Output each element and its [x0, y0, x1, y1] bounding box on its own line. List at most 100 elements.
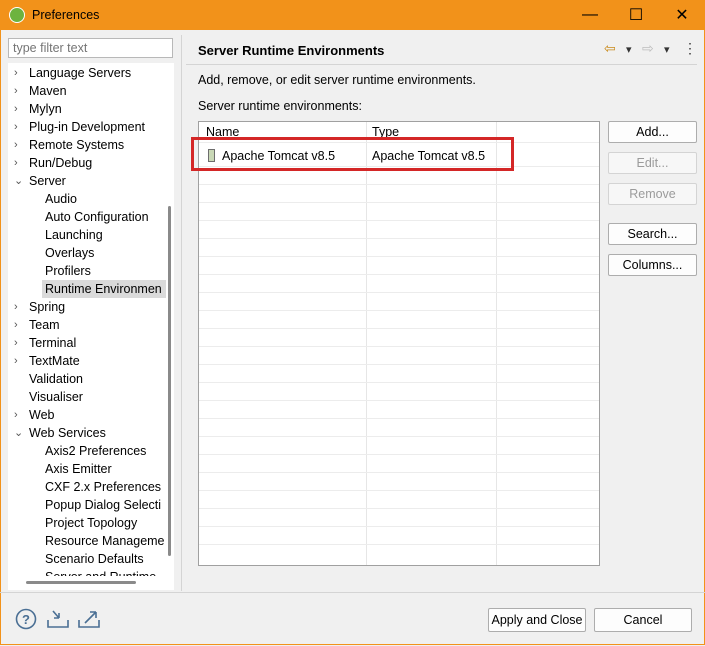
forward-menu-icon[interactable]: ▾: [664, 43, 670, 56]
tree-item[interactable]: Launching: [42, 226, 166, 244]
tree-item-label: Scenario Defaults: [45, 552, 144, 566]
tree-item[interactable]: CXF 2.x Preferences: [42, 478, 166, 496]
tree-item[interactable]: › Mylyn: [8, 100, 166, 118]
tree-item-label: Language Servers: [29, 66, 132, 80]
chevron-right-icon[interactable]: ›: [14, 334, 24, 352]
forward-arrow-icon[interactable]: ⇨: [642, 40, 654, 57]
tree-item-label: CXF 2.x Preferences: [45, 480, 162, 494]
chevron-down-icon[interactable]: ⌄: [14, 424, 24, 442]
tree-item-label: Resource Manageme: [45, 534, 165, 548]
scrollbar-thumb[interactable]: [26, 581, 136, 584]
help-icon[interactable]: ?: [15, 608, 37, 630]
row-divider: [199, 436, 599, 437]
title-separator: [186, 64, 697, 65]
import-icon[interactable]: [46, 608, 69, 630]
tree-item[interactable]: Popup Dialog Selecti: [42, 496, 166, 514]
tree-item-label: Maven: [29, 84, 67, 98]
row-divider: [199, 526, 599, 527]
tree-item-label: Profilers: [45, 264, 91, 278]
tree-item[interactable]: Visualiser: [8, 388, 166, 406]
preference-tree[interactable]: › Language Servers › Maven › Mylyn › Plug-in De…: [8, 63, 166, 578]
row-divider: [199, 382, 599, 383]
tree-item[interactable]: Axis2 Preferences: [42, 442, 166, 460]
tree-item-label: Project Topology: [45, 516, 138, 530]
row-divider: [199, 274, 599, 275]
export-icon[interactable]: [77, 608, 100, 630]
chevron-right-icon[interactable]: ›: [14, 100, 24, 118]
tree-item[interactable]: › Remote Systems: [8, 136, 166, 154]
tree-item[interactable]: › Language Servers: [8, 64, 166, 82]
row-divider: [199, 346, 599, 347]
chevron-down-icon[interactable]: ⌄: [14, 172, 24, 190]
back-menu-icon[interactable]: ▾: [626, 43, 632, 56]
tree-item[interactable]: Validation: [8, 370, 166, 388]
spring-app-icon: [9, 7, 25, 23]
chevron-right-icon[interactable]: ›: [14, 406, 24, 424]
tree-item[interactable]: › Team: [8, 316, 166, 334]
tree-item[interactable]: ⌄ Web Services: [8, 424, 166, 442]
chevron-right-icon[interactable]: ›: [14, 118, 24, 136]
minimize-button[interactable]: —: [567, 0, 613, 30]
tree-item-label: Axis Emitter: [45, 462, 112, 476]
tree-item[interactable]: Axis Emitter: [42, 460, 166, 478]
row-divider: [199, 202, 599, 203]
filter-input[interactable]: [8, 38, 173, 58]
tree-item[interactable]: Auto Configuration: [42, 208, 166, 226]
columns-button[interactable]: Columns...: [608, 254, 697, 276]
back-arrow-icon[interactable]: ⇦: [604, 40, 616, 57]
chevron-right-icon[interactable]: ›: [14, 298, 24, 316]
row-divider: [199, 238, 599, 239]
row-divider: [199, 310, 599, 311]
tree-item-label: Mylyn: [29, 102, 62, 116]
tree-item-label: Spring: [29, 300, 66, 314]
chevron-right-icon[interactable]: ›: [14, 352, 24, 370]
chevron-right-icon[interactable]: ›: [14, 64, 24, 82]
tree-item[interactable]: › Web: [8, 406, 166, 424]
tree-item[interactable]: Profilers: [42, 262, 166, 280]
chevron-right-icon[interactable]: ›: [14, 136, 24, 154]
tree-item[interactable]: › Plug-in Development: [8, 118, 166, 136]
tree-item[interactable]: ⌄ Server: [8, 172, 166, 190]
tree-item[interactable]: Audio: [42, 190, 166, 208]
tree-item-label: Overlays: [45, 246, 95, 260]
column-divider: [366, 122, 367, 565]
row-divider: [199, 184, 599, 185]
apply-and-close-button[interactable]: Apply and Close: [488, 608, 586, 632]
view-menu-icon[interactable]: ⋮: [683, 40, 697, 57]
scrollbar-thumb[interactable]: [168, 206, 171, 556]
chevron-right-icon[interactable]: ›: [14, 82, 24, 100]
panel-divider[interactable]: [181, 35, 182, 591]
tree-item-label: Server: [29, 174, 66, 188]
row-divider: [199, 508, 599, 509]
tree-item[interactable]: Runtime Environmen: [42, 280, 166, 298]
tree-item[interactable]: › TextMate: [8, 352, 166, 370]
window-title: Preferences: [32, 8, 100, 22]
tree-item[interactable]: › Maven: [8, 82, 166, 100]
runtime-list-label: Server runtime environments:: [198, 99, 362, 113]
close-button[interactable]: ✕: [659, 0, 705, 30]
tree-item[interactable]: Resource Manageme: [42, 532, 166, 550]
cancel-button[interactable]: Cancel: [594, 608, 692, 632]
tree-item[interactable]: Overlays: [42, 244, 166, 262]
tree-item[interactable]: › Run/Debug: [8, 154, 166, 172]
row-divider: [199, 328, 599, 329]
tree-item-label: TextMate: [29, 354, 80, 368]
tree-item[interactable]: › Spring: [8, 298, 166, 316]
remove-button[interactable]: Remove: [608, 183, 697, 205]
tree-vertical-scrollbar[interactable]: [166, 63, 174, 578]
footer-separator: [0, 592, 705, 593]
runtime-table[interactable]: Name Type Apache Tomcat v8.5 Apache Tomc…: [198, 121, 600, 566]
highlight-annotation-box: [191, 137, 514, 171]
tree-item[interactable]: Scenario Defaults: [42, 550, 166, 568]
tree-item[interactable]: Project Topology: [42, 514, 166, 532]
chevron-right-icon[interactable]: ›: [14, 154, 24, 172]
tree-item[interactable]: › Terminal: [8, 334, 166, 352]
search-button[interactable]: Search...: [608, 223, 697, 245]
maximize-button[interactable]: ☐: [613, 0, 659, 30]
chevron-right-icon[interactable]: ›: [14, 316, 24, 334]
edit-button[interactable]: Edit...: [608, 152, 697, 174]
tree-item-label: Web Services: [29, 426, 106, 440]
add-button[interactable]: Add...: [608, 121, 697, 143]
tree-horizontal-scrollbar[interactable]: [8, 576, 174, 590]
row-divider: [199, 472, 599, 473]
